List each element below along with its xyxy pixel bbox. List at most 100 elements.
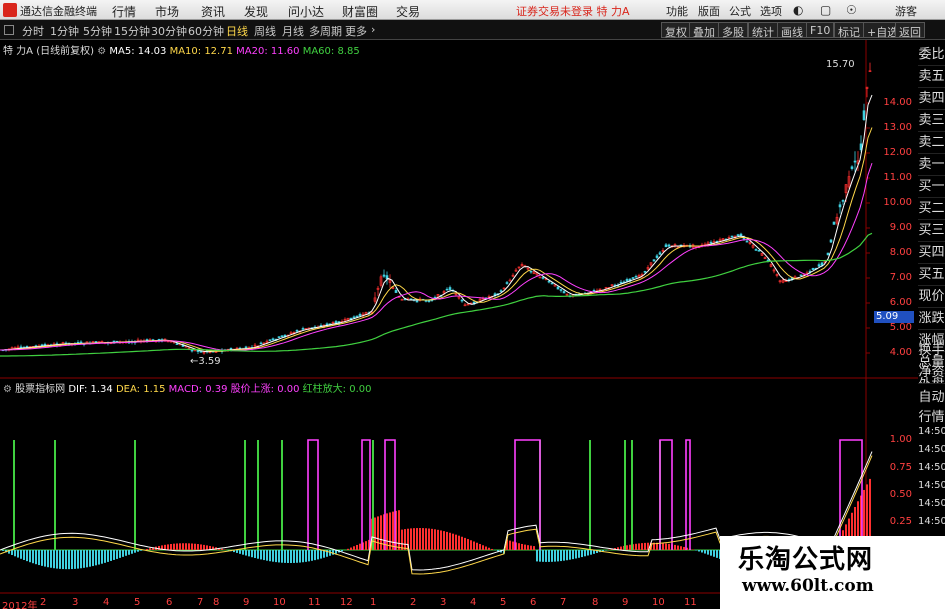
candle-body [85,341,89,344]
red-bar-expand-label: 红柱放大: 0.00 [302,384,372,395]
candle-body [556,286,560,290]
macd-bar [269,550,271,562]
macd-bar [677,545,679,550]
date-tick: 3 [72,597,79,608]
candle-body [448,287,452,290]
indicator-tick: 0.50 [889,489,912,500]
macd-bar [389,512,391,550]
candle-body [280,335,284,337]
macd-bar [74,550,76,569]
sidebar-item[interactable]: 换手 [918,340,945,362]
macd-bar [2,550,4,551]
macd-bar [173,543,175,550]
macd-bar [263,550,265,561]
date-tick: 10 [273,597,286,608]
macd-bar [314,550,316,561]
macd-bar [668,543,670,550]
candle-body [301,328,305,330]
date-tick: 8 [213,597,220,608]
date-tick: 1 [370,597,377,608]
signal-bar-magenta [685,439,691,550]
gear-icon[interactable]: ⚙ [97,46,106,57]
candle-body [547,280,551,283]
sidebar-item[interactable]: 卖五 [918,66,945,88]
macd-bar [299,550,301,563]
quotes-label[interactable]: 行情 [918,406,945,425]
indicator-tick: 0.25 [889,516,912,527]
candle-body [643,271,647,273]
macd-bar [107,550,109,562]
macd-bar [683,546,685,550]
sidebar-item[interactable]: 买一 [918,176,945,198]
price-tick: 10.00 [883,197,912,208]
chart-canvas[interactable] [0,0,945,609]
macd-bar [206,545,208,550]
sidebar-item[interactable]: 卖三 [918,110,945,132]
macd-bar [47,550,49,568]
macd-bar [197,544,199,550]
trading-terminal-window: 通达信金融终端 行情 市场 资讯 发现 问小达 财富圈 交易 证券交易未登录 特… [0,0,945,609]
macd-bar [95,550,97,566]
sidebar-item[interactable]: 净资 [918,362,945,384]
macd-bar [419,528,421,550]
candle-body [460,299,464,302]
indicator-tick: 0.75 [889,462,912,473]
sidebar-item[interactable]: 卖四 [918,88,945,110]
trade-ticker-panel: 自动 行情 14:50 14:50 14:50 14:50 14:50 14:5… [918,386,945,536]
candle-body [709,241,713,244]
auto-label[interactable]: 自动 [918,386,945,405]
macd-bar [317,550,319,560]
candle-body [229,347,233,350]
macd-bar [320,550,322,559]
macd-bar [413,528,415,550]
candle-body [652,259,656,262]
macd-bar [113,550,115,560]
candle-body [358,313,362,317]
macd-bar [410,528,412,550]
macd-bar [122,550,124,557]
macd-bar [257,550,259,559]
trade-time: 14:50 [918,516,945,527]
ma5-label: MA5: 14.03 [109,46,167,57]
gear-icon[interactable]: ⚙ [3,384,12,395]
macd-bar [179,543,181,550]
trade-time: 14:50 [918,462,945,473]
macd-bar [287,550,289,563]
sidebar-item[interactable]: 卖二 [918,132,945,154]
candle-body [445,288,449,291]
sidebar-item[interactable]: 涨跌 [918,308,945,330]
sidebar-item[interactable]: 买四 [918,242,945,264]
macd-bar [86,550,88,568]
macd-bar [170,543,172,550]
macd-bar [236,550,238,553]
candle-body [736,234,740,236]
candlestick-series [1,62,872,355]
sidebar-item[interactable]: 买二 [918,198,945,220]
macd-bar [458,535,460,550]
candle-body [658,252,662,255]
macd-bar [251,550,253,558]
candle-body [832,221,836,225]
signal-bar-magenta [659,439,673,550]
low-price-label: ←3.59 [190,356,221,367]
indicator-legend: ⚙ 股票指标网 DIF: 1.34 DEA: 1.15 MACD: 0.39 股… [3,380,372,395]
price-tick: 8.00 [889,247,912,258]
date-tick: 11 [308,597,321,608]
macd-bar [704,550,706,554]
signal-bar-magenta [307,439,319,550]
sidebar-item[interactable]: 买三 [918,220,945,242]
sidebar-item[interactable]: 卖一 [918,154,945,176]
date-tick: 9 [622,597,629,608]
macd-bar [137,550,139,552]
macd-bar [14,550,16,557]
macd-bar [488,547,490,550]
macd-bar [89,550,91,567]
macd-bar [707,550,709,555]
macd-bar [443,531,445,550]
sidebar-item[interactable]: 买五 [918,264,945,286]
sidebar-item[interactable]: 委比 [918,44,945,66]
macd-bar [710,550,712,556]
macd-bar [665,543,667,550]
sidebar-item[interactable]: 现价 [918,286,945,308]
candle-body [295,329,299,332]
